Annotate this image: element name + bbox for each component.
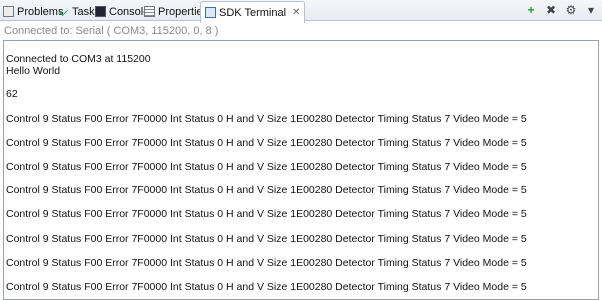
close-icon[interactable]: ✕ [292,7,300,18]
terminal-line: 62 [6,88,18,100]
view-tab-bar: Problems Tasks Console Properties SDK Te… [0,0,602,23]
tasks-icon [59,7,68,16]
terminal-line: Control 9 Status F00 Error 7F0000 Int St… [6,113,527,125]
remove-icon[interactable]: ✖ [544,3,558,17]
view-toolbar: + ✖ ⚙ ▾ [524,3,598,17]
terminal-line: Control 9 Status F00 Error 7F0000 Int St… [6,137,527,149]
terminal-line: Control 9 Status F00 Error 7F0000 Int St… [6,281,527,293]
terminal-line: Control 9 Status F00 Error 7F0000 Int St… [6,184,527,196]
terminal-line: Connected to COM3 at 115200 [6,53,151,65]
terminal-output[interactable]: Connected to COM3 at 115200 Hello World … [3,40,599,300]
tab-label: SDK Terminal [219,6,287,19]
problems-icon [3,6,14,17]
properties-icon [144,6,155,17]
tab-sdk-terminal[interactable]: SDK Terminal ✕ [200,1,306,23]
tab-properties[interactable]: Properties [144,2,208,21]
tab-console[interactable]: Console [95,2,149,21]
terminal-line: Control 9 Status F00 Error 7F0000 Int St… [6,233,527,245]
tab-tasks[interactable]: Tasks [58,2,100,21]
settings-icon[interactable]: ⚙ [564,3,578,17]
terminal-line: Control 9 Status F00 Error 7F0000 Int St… [6,161,527,173]
add-icon[interactable]: + [524,3,538,17]
terminal-icon [205,7,216,18]
view-menu-icon[interactable]: ▾ [584,3,598,17]
tab-problems[interactable]: Problems [3,2,63,21]
terminal-line: Control 9 Status F00 Error 7F0000 Int St… [6,208,527,220]
connection-status: Connected to: Serial ( COM3, 115200, 0, … [4,25,219,37]
terminal-line: Hello World [6,65,61,77]
console-icon [95,6,106,17]
terminal-line: Control 9 Status F00 Error 7F0000 Int St… [6,257,527,269]
tab-label: Problems [17,5,64,18]
